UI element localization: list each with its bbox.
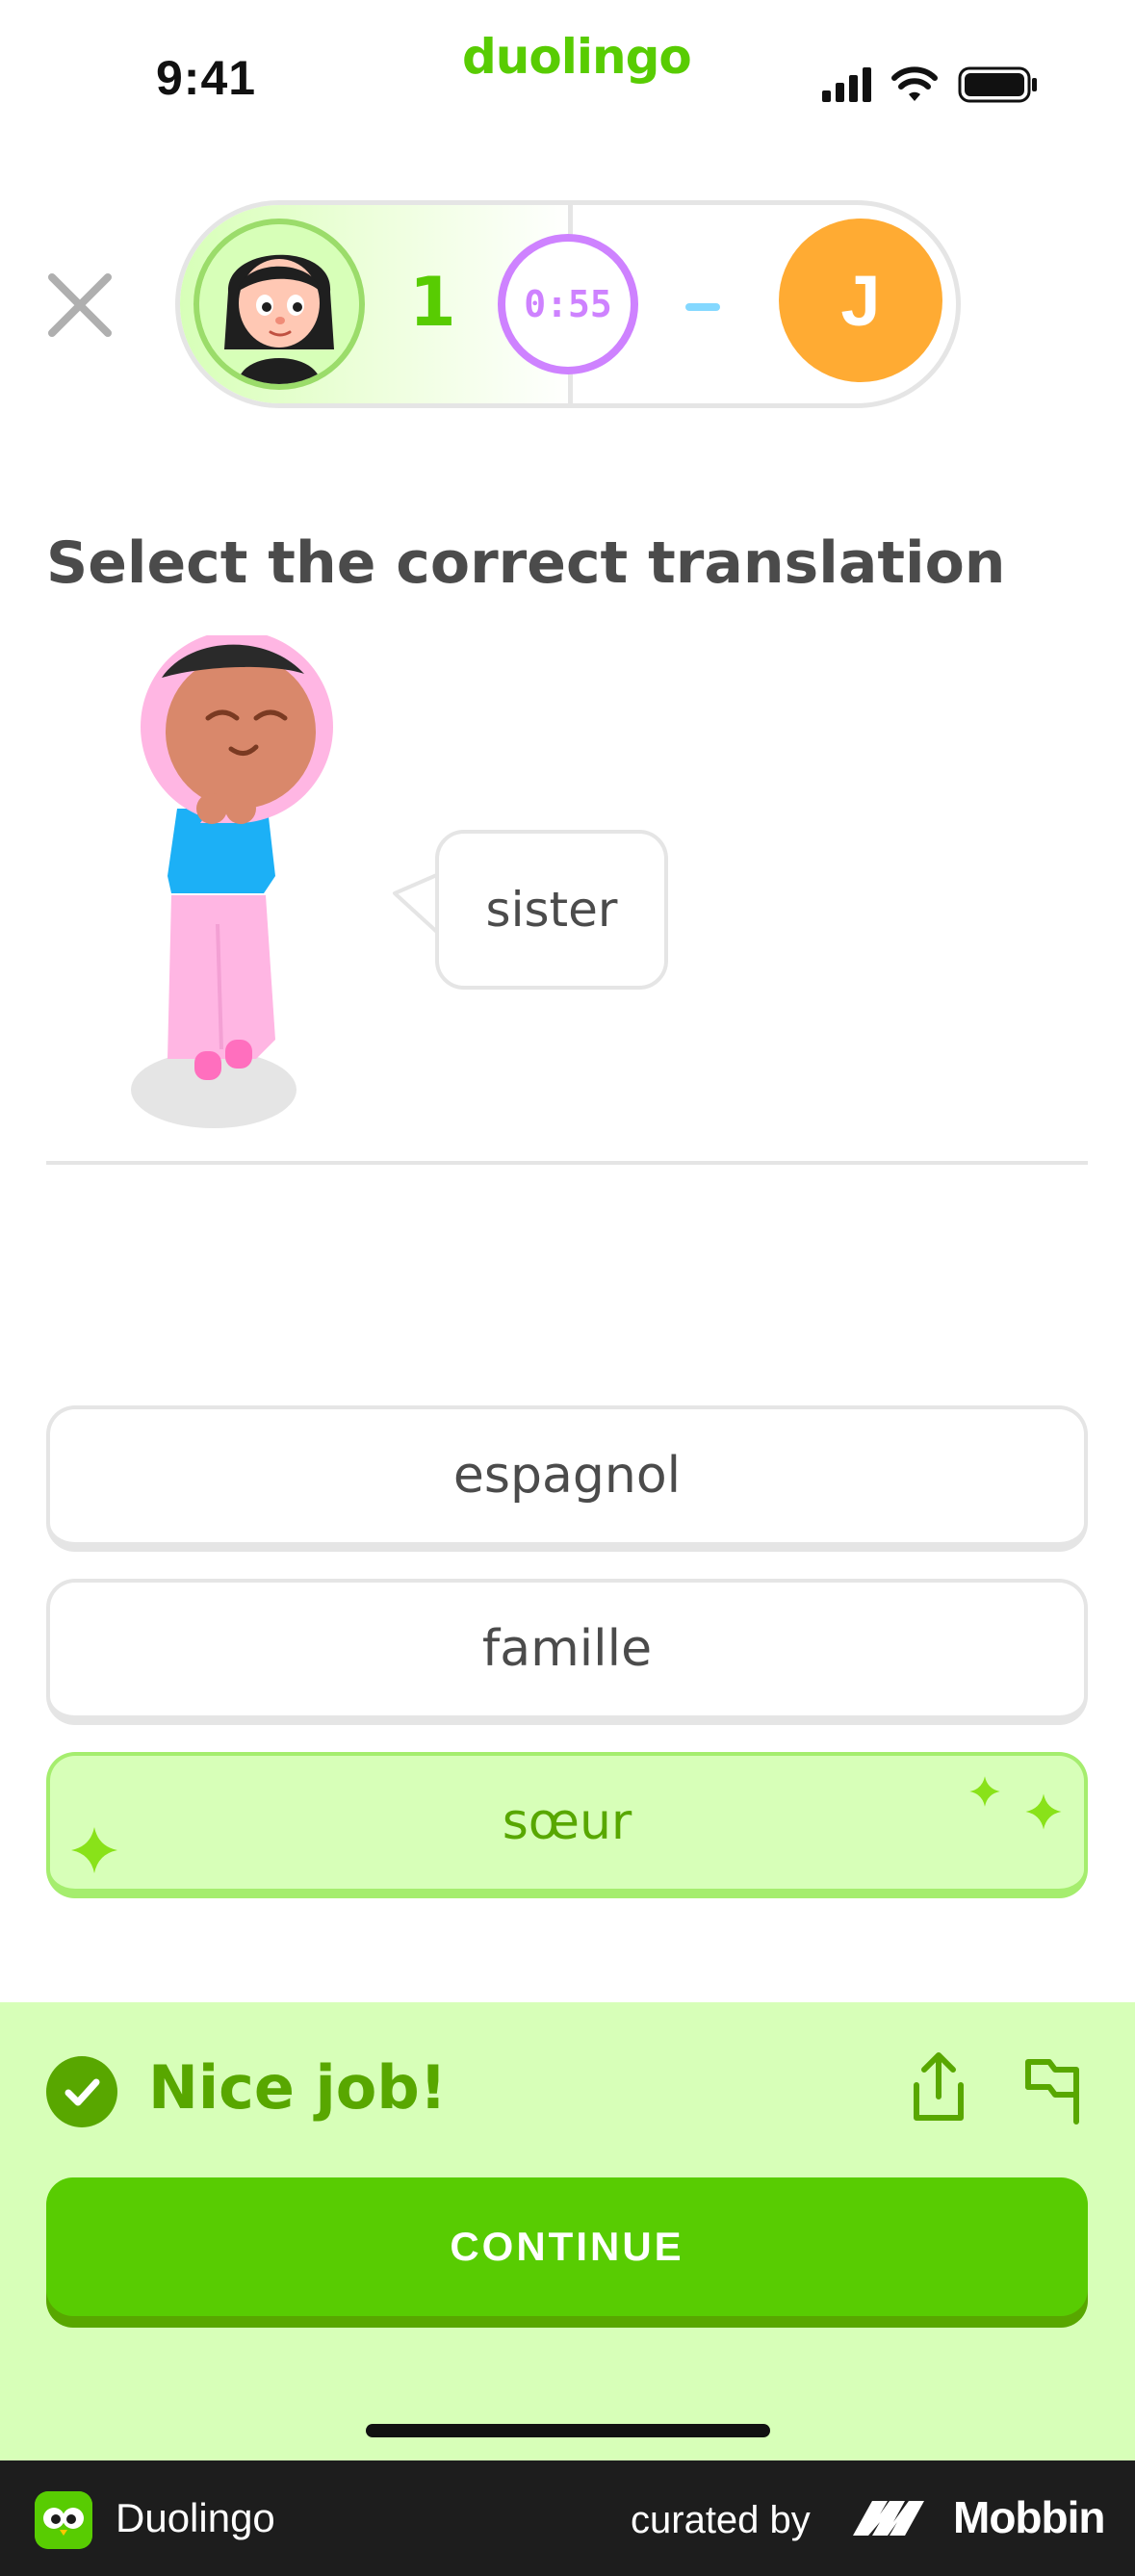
choice-label: sœur	[502, 1793, 632, 1851]
duolingo-wordmark: duolingo	[462, 29, 692, 85]
battery-icon	[958, 66, 1037, 103]
sparkle-icon	[1025, 1793, 1062, 1830]
share-icon[interactable]	[907, 2050, 970, 2124]
sparkle-icon	[969, 1776, 1000, 1807]
status-icons	[822, 65, 1039, 104]
choice-espagnol[interactable]: espagnol	[46, 1405, 1088, 1552]
banner-curated-label: curated by	[631, 2499, 811, 2541]
divider	[46, 1161, 1088, 1165]
close-icon[interactable]	[44, 270, 116, 341]
choice-soeur-correct[interactable]: sœur	[46, 1752, 1088, 1898]
opponent-score	[685, 303, 724, 311]
speech-bubble: sister	[435, 830, 668, 990]
avatar-illustration	[199, 224, 359, 384]
choice-famille[interactable]: famille	[46, 1579, 1088, 1725]
feedback-title: Nice job!	[148, 2052, 448, 2123]
countdown-timer: 0:55	[498, 234, 638, 374]
versus-header: 1 0:55 J	[0, 193, 1135, 414]
character-illustration	[131, 635, 333, 1128]
wifi-icon	[891, 66, 938, 101]
user-avatar	[193, 219, 365, 390]
cellular-signal-icon	[822, 67, 871, 102]
flag-icon[interactable]	[1020, 2052, 1084, 2125]
sparkle-icon	[71, 1827, 117, 1873]
home-indicator	[366, 2424, 770, 2437]
banner-app-name: Duolingo	[116, 2495, 275, 2540]
continue-button[interactable]: CONTINUE	[46, 2177, 1088, 2316]
user-score: 1	[409, 263, 456, 342]
feedback-panel: Nice job! CONTINUE	[0, 2002, 1135, 2460]
duolingo-app-icon	[35, 2491, 92, 2549]
page-title: Select the correct translation	[46, 529, 1006, 597]
status-bar: 9:41 duolingo	[0, 0, 1135, 144]
status-time: 9:41	[156, 51, 257, 105]
banner-mobbin-wordmark: Mobbin	[953, 2492, 1105, 2542]
mobbin-logo-icon	[853, 2501, 924, 2536]
versus-pill: 1 0:55 J	[175, 200, 961, 408]
opponent-avatar: J	[779, 219, 942, 382]
opponent-score-dash	[685, 303, 720, 311]
mobbin-banner: Duolingo curated by Mobbin	[0, 2460, 1135, 2576]
check-icon	[46, 2056, 117, 2127]
